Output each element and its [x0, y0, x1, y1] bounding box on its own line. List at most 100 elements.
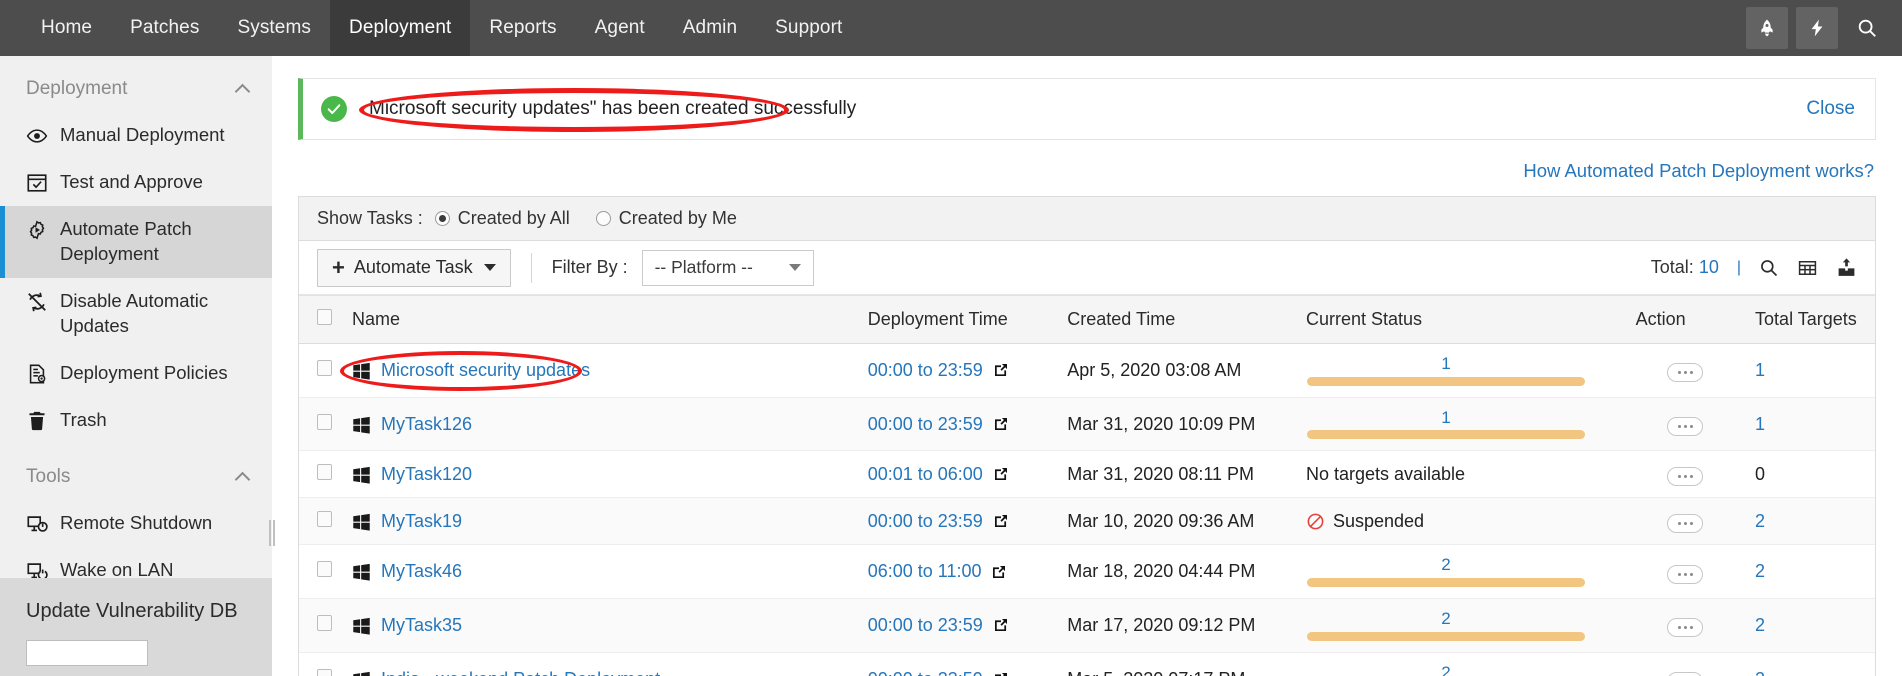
nav-item-support[interactable]: Support	[756, 0, 861, 56]
task-name-link[interactable]: MyTask35	[381, 615, 462, 636]
created-time-cell: Mar 18, 2020 04:44 PM	[1057, 544, 1296, 600]
radio-created-by-all[interactable]: Created by All	[434, 208, 570, 229]
radio-created-by-me[interactable]: Created by Me	[595, 208, 737, 229]
sidebar-item-trash[interactable]: Trash	[0, 397, 272, 444]
deployment-time-link[interactable]: 00:00 to 23:59	[868, 615, 983, 636]
task-name-link[interactable]: MyTask46	[381, 561, 462, 582]
search-icon[interactable]	[1759, 258, 1779, 278]
row-checkbox[interactable]	[317, 561, 332, 578]
external-link-icon[interactable]	[993, 466, 1009, 482]
task-name-link[interactable]: Microsoft security updates	[381, 360, 590, 381]
total-targets-value[interactable]: 2	[1755, 561, 1765, 581]
external-link-icon[interactable]	[993, 671, 1009, 676]
created-time-cell: Mar 31, 2020 10:09 PM	[1057, 397, 1296, 452]
show-tasks-label: Show Tasks :	[317, 208, 423, 228]
external-link-icon[interactable]	[993, 362, 1009, 378]
total-targets-value[interactable]: 2	[1755, 669, 1765, 676]
total-targets-value[interactable]: 2	[1755, 511, 1765, 531]
radio-button[interactable]	[434, 211, 450, 226]
nav-item-agent[interactable]: Agent	[576, 0, 664, 56]
select-all-checkbox[interactable]	[317, 309, 332, 325]
status-progress-bar[interactable]	[1306, 578, 1585, 588]
status-progress-bar[interactable]	[1306, 430, 1585, 440]
sidebar-section-deployment[interactable]: Deployment	[0, 56, 272, 112]
row-checkbox[interactable]	[317, 359, 332, 376]
deployment-time-link[interactable]: 00:00 to 23:59	[868, 669, 983, 676]
nav-item-deployment[interactable]: Deployment	[330, 0, 471, 56]
external-link-icon[interactable]	[993, 416, 1009, 432]
status-count[interactable]: 1	[1441, 408, 1450, 428]
external-link-icon[interactable]	[991, 564, 1007, 580]
nav-item-patches[interactable]: Patches	[111, 0, 218, 56]
total-targets-value[interactable]: 1	[1755, 414, 1765, 434]
external-link-icon[interactable]	[993, 513, 1009, 529]
row-checkbox[interactable]	[317, 668, 332, 676]
task-name-link[interactable]: MyTask126	[381, 414, 472, 435]
sidebar-section-tools[interactable]: Tools	[0, 444, 272, 500]
external-link-icon[interactable]	[993, 617, 1009, 633]
row-checkbox[interactable]	[317, 413, 332, 430]
deployment-time-link[interactable]: 00:00 to 23:59	[868, 360, 983, 381]
chevron-up-icon[interactable]	[236, 82, 250, 96]
sidebar-item-disable-automatic-updates[interactable]: Disable Automatic Updates	[0, 278, 272, 350]
sidebar-item-automate-patch-deployment[interactable]: Automate Patch Deployment	[0, 205, 272, 278]
table-row: MyTask19 00:00 to 23:59 Mar 10, 2020 09:36…	[299, 497, 1875, 546]
more-actions-icon[interactable]	[1667, 417, 1704, 437]
header-total-targets[interactable]: Total Targets	[1745, 295, 1875, 344]
table-grid-icon[interactable]	[1797, 258, 1818, 278]
total-targets-value[interactable]: 1	[1755, 360, 1765, 380]
task-name-link[interactable]: MyTask120	[381, 464, 472, 485]
deployment-time-link[interactable]: 00:01 to 06:00	[868, 464, 983, 485]
update-vulnerability-db-field[interactable]	[26, 640, 148, 666]
status-count[interactable]: 2	[1441, 663, 1450, 676]
total-targets-value[interactable]: 2	[1755, 615, 1765, 635]
header-current-status[interactable]: Current Status	[1295, 295, 1626, 344]
more-actions-icon[interactable]	[1667, 672, 1704, 676]
status-progress-bar[interactable]	[1306, 376, 1585, 386]
platform-filter-select[interactable]: -- Platform --	[641, 249, 814, 286]
more-actions-icon[interactable]	[1667, 564, 1704, 584]
nav-item-systems[interactable]: Systems	[218, 0, 330, 56]
status-progress: 2	[1306, 609, 1586, 641]
radio-button[interactable]	[595, 211, 611, 226]
more-actions-icon[interactable]	[1667, 467, 1704, 487]
how-automated-patch-deployment-works-link[interactable]: How Automated Patch Deployment works?	[1523, 160, 1874, 181]
sidebar-item-test-and-approve[interactable]: Test and Approve	[0, 159, 272, 206]
sidebar-resize-handle[interactable]	[264, 516, 280, 550]
status-count[interactable]: 1	[1441, 354, 1450, 374]
task-name-link[interactable]: India - weekend Patch Deployment	[381, 669, 660, 676]
sidebar-item-manual-deployment[interactable]: Manual Deployment	[0, 112, 272, 159]
update-vulnerability-db-button[interactable]: Update Vulnerability DB	[0, 578, 272, 676]
header-name[interactable]: Name	[342, 295, 858, 344]
rocket-icon[interactable]	[1746, 7, 1788, 49]
task-name-link[interactable]: MyTask19	[381, 511, 462, 532]
search-icon[interactable]	[1846, 7, 1888, 49]
status-progress-bar[interactable]	[1306, 631, 1585, 641]
header-deployment-time[interactable]: Deployment Time	[857, 295, 1058, 344]
automate-task-button[interactable]: + Automate Task	[317, 248, 511, 287]
row-checkbox[interactable]	[317, 614, 332, 631]
chevron-up-icon[interactable]	[236, 470, 250, 484]
more-actions-icon[interactable]	[1667, 514, 1704, 534]
lightning-icon[interactable]	[1796, 7, 1838, 49]
deployment-time-link[interactable]: 00:00 to 23:59	[868, 414, 983, 435]
sidebar-item-deployment-policies[interactable]: Deployment Policies	[0, 350, 272, 397]
status-count[interactable]: 2	[1441, 609, 1450, 629]
more-actions-icon[interactable]	[1667, 618, 1704, 638]
table-row: MyTask126 00:00 to 23:59 Mar 31, 2020 10:0…	[299, 397, 1875, 452]
status-count[interactable]: 2	[1441, 556, 1450, 575]
nav-item-reports[interactable]: Reports	[470, 0, 575, 56]
deployment-time-link[interactable]: 06:00 to 11:00	[868, 561, 982, 582]
row-checkbox[interactable]	[317, 510, 332, 527]
nav-item-home[interactable]: Home	[22, 0, 111, 56]
sidebar-item-remote-shutdown[interactable]: Remote Shutdown	[0, 500, 272, 547]
nav-item-admin[interactable]: Admin	[664, 0, 756, 56]
close-alert-button[interactable]: Close	[1806, 98, 1855, 120]
no-sync-icon	[26, 291, 48, 313]
more-actions-icon[interactable]	[1667, 363, 1704, 383]
header-created-time[interactable]: Created Time	[1057, 295, 1296, 344]
export-icon[interactable]	[1836, 257, 1857, 278]
row-checkbox[interactable]	[317, 463, 332, 480]
deployment-time-link[interactable]: 00:00 to 23:59	[868, 511, 983, 532]
total-value: 10	[1698, 257, 1719, 277]
